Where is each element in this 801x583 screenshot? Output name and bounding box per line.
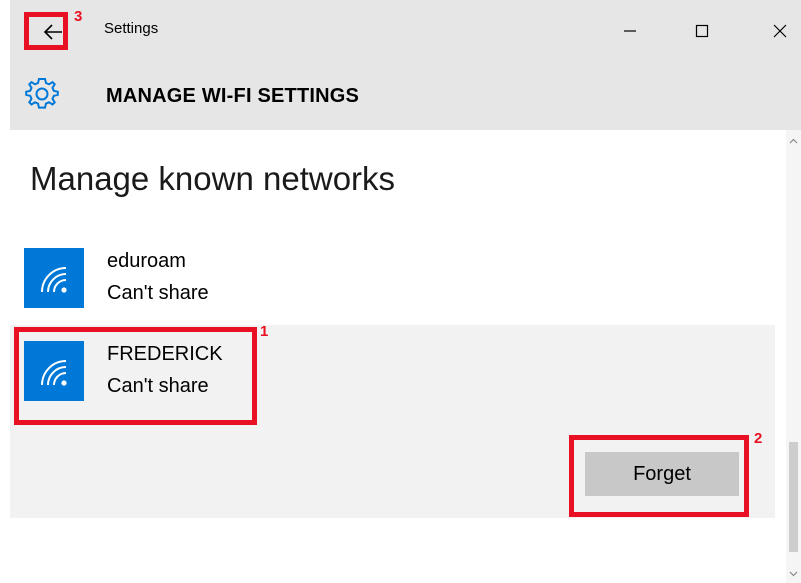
network-item-eduroam[interactable]: eduroam Can't share <box>10 230 775 320</box>
close-icon <box>773 24 787 38</box>
window-left-edge <box>0 0 10 583</box>
annotation-label: 3 <box>74 8 83 25</box>
network-name: eduroam <box>107 250 186 272</box>
title-bar: Settings <box>10 0 801 62</box>
vertical-scrollbar[interactable] <box>786 130 801 583</box>
network-status: Can't share <box>107 282 209 304</box>
chevron-up-icon <box>789 138 798 144</box>
chevron-down-icon <box>789 571 798 577</box>
close-button[interactable] <box>760 14 800 48</box>
annotation-box-forget <box>569 435 749 517</box>
maximize-button[interactable] <box>682 14 722 48</box>
section-title: Manage known networks <box>30 160 396 197</box>
annotation-label: 2 <box>754 430 763 447</box>
gear-icon <box>25 78 59 109</box>
minimize-button[interactable] <box>610 14 650 48</box>
annotation-box-network <box>14 327 257 425</box>
annotation-box-back <box>24 12 68 50</box>
page-title: MANAGE WI-FI SETTINGS <box>106 85 360 107</box>
maximize-icon <box>695 24 709 38</box>
scroll-down-button[interactable] <box>786 567 801 581</box>
wifi-icon <box>41 267 67 293</box>
scroll-up-button[interactable] <box>786 134 801 148</box>
wifi-tile <box>24 248 84 308</box>
settings-window: Settings MANAGE WI-FI SETTINGS Manage kn… <box>0 0 801 583</box>
window-title: Settings <box>104 20 159 37</box>
page-header-bar: MANAGE WI-FI SETTINGS <box>10 62 801 130</box>
minimize-icon <box>624 30 636 32</box>
scroll-thumb[interactable] <box>789 442 798 552</box>
annotation-label: 1 <box>260 323 269 340</box>
